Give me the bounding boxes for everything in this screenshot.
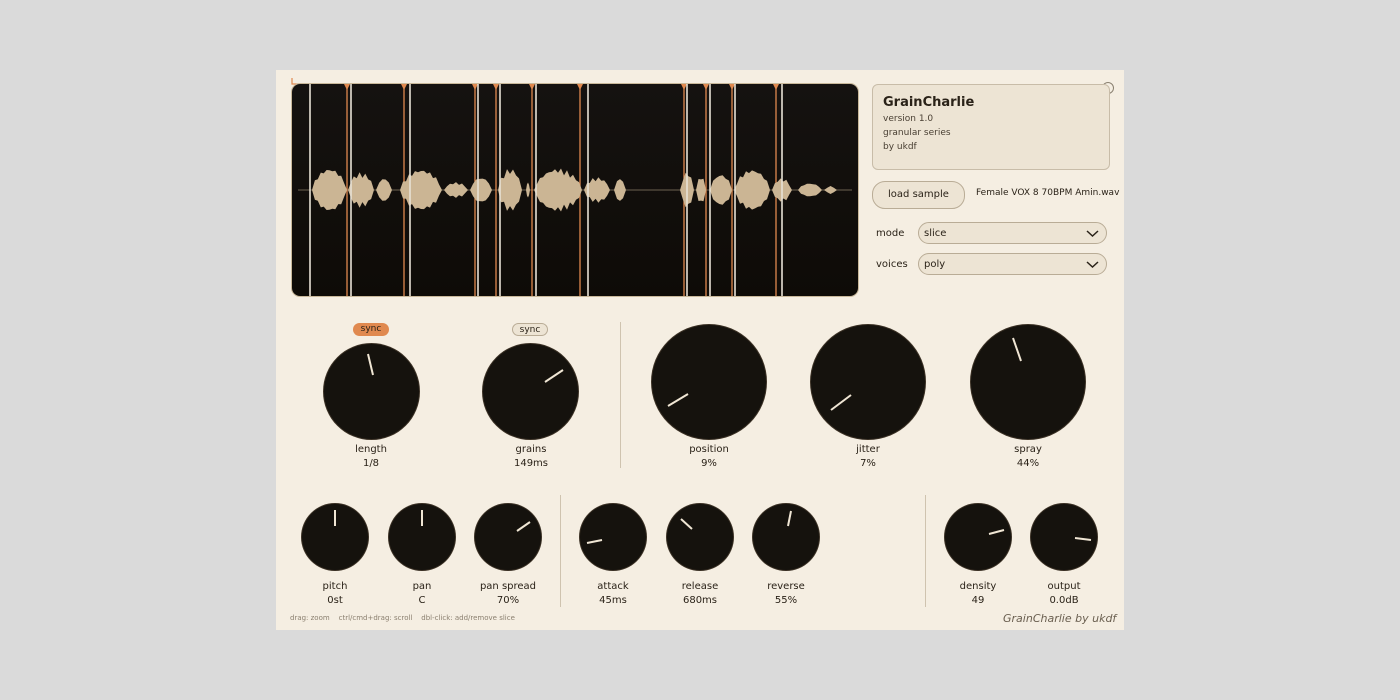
waveform-segment bbox=[444, 182, 468, 198]
section-divider bbox=[925, 495, 926, 607]
waveform-segment bbox=[312, 170, 347, 210]
release-label: release bbox=[681, 581, 719, 592]
pitch-label: pitch bbox=[322, 581, 348, 592]
spray-value: 44% bbox=[1016, 458, 1040, 469]
output-knob[interactable] bbox=[1031, 504, 1097, 570]
waveform-segment bbox=[400, 170, 442, 210]
waveform-segment bbox=[526, 182, 530, 198]
density-value: 49 bbox=[971, 595, 985, 606]
version-text: version 1.0 bbox=[883, 114, 934, 124]
jitter-value: 7% bbox=[860, 458, 876, 469]
output-value: 0.0dB bbox=[1049, 595, 1079, 606]
density-knob[interactable] bbox=[945, 504, 1011, 570]
waveform-segment bbox=[376, 179, 392, 201]
waveform-segment bbox=[614, 179, 626, 201]
mode-select[interactable]: slice bbox=[918, 222, 1107, 244]
author-text: by ukdf bbox=[883, 142, 917, 152]
slice-marker-handle[interactable] bbox=[577, 84, 583, 90]
hint-text: drag: zoom ctrl/cmd+drag: scroll dbl-cli… bbox=[290, 614, 515, 622]
waveform-segment bbox=[710, 175, 732, 205]
footer-credit: GrainCharlie by ukdf bbox=[1003, 612, 1117, 625]
release-knob[interactable] bbox=[667, 504, 733, 570]
mode-label: mode bbox=[876, 228, 905, 239]
grains-sync-toggle[interactable]: sync bbox=[512, 323, 548, 336]
waveform-segment bbox=[696, 178, 706, 202]
pitch-knob[interactable] bbox=[302, 504, 368, 570]
slice-marker-handle[interactable] bbox=[703, 84, 709, 90]
load-sample-button[interactable]: load sample bbox=[872, 181, 965, 209]
app-title: GrainCharlie bbox=[883, 95, 975, 110]
position-value: 9% bbox=[701, 458, 717, 469]
info-card: GrainCharlie version 1.0 granular series… bbox=[872, 84, 1110, 170]
position-knob[interactable] bbox=[652, 325, 766, 439]
waveform-segment bbox=[470, 178, 492, 202]
slice-marker-handle[interactable] bbox=[681, 84, 687, 90]
slice-marker-handle[interactable] bbox=[401, 84, 407, 90]
waveform-segment bbox=[348, 172, 374, 208]
section-divider bbox=[560, 495, 561, 607]
pan-spread-value: 70% bbox=[496, 595, 520, 606]
pan-spread-label: pan spread bbox=[479, 581, 537, 592]
pitch-value: 0st bbox=[327, 595, 343, 606]
spray-knob[interactable] bbox=[971, 325, 1085, 439]
waveform-display[interactable] bbox=[292, 84, 858, 296]
spray-label: spray bbox=[1014, 444, 1042, 455]
grains-knob[interactable] bbox=[483, 344, 578, 439]
pan-spread-knob[interactable] bbox=[475, 504, 541, 570]
jitter-knob[interactable] bbox=[811, 325, 925, 439]
sample-filename: Female VOX 8 70BPM Amin.wav bbox=[976, 188, 1120, 198]
plugin-window: GrainCharlie version 1.0 granular series… bbox=[276, 70, 1124, 630]
section-divider bbox=[620, 322, 621, 468]
release-value: 680ms bbox=[682, 595, 718, 606]
slice-marker-handle[interactable] bbox=[729, 84, 735, 90]
slice-marker-handle[interactable] bbox=[493, 84, 499, 90]
attack-label: attack bbox=[597, 581, 629, 592]
waveform-segment bbox=[824, 186, 837, 194]
position-label: position bbox=[689, 444, 729, 455]
voices-select[interactable]: poly bbox=[918, 253, 1107, 275]
slice-marker-handle[interactable] bbox=[529, 84, 535, 90]
reverse-label: reverse bbox=[767, 581, 805, 592]
chevron-down-icon bbox=[1086, 230, 1099, 238]
pan-value: C bbox=[418, 595, 426, 606]
pan-knob[interactable] bbox=[389, 504, 455, 570]
pan-label: pan bbox=[412, 581, 432, 592]
slice-marker-handle[interactable] bbox=[773, 84, 779, 90]
length-value: 1/8 bbox=[362, 458, 380, 469]
mode-value: slice bbox=[924, 228, 947, 239]
density-label: density bbox=[959, 581, 997, 592]
waveform-segment bbox=[798, 183, 822, 197]
attack-knob[interactable] bbox=[580, 504, 646, 570]
grains-value: 149ms bbox=[513, 458, 549, 469]
attack-value: 45ms bbox=[599, 595, 627, 606]
waveform-svg[interactable] bbox=[292, 84, 858, 296]
waveform-segment bbox=[498, 169, 522, 211]
slice-marker-handle[interactable] bbox=[472, 84, 478, 90]
grains-label: grains bbox=[515, 444, 547, 455]
jitter-label: jitter bbox=[856, 444, 880, 455]
waveform-segment bbox=[534, 168, 582, 212]
chevron-down-icon bbox=[1086, 261, 1099, 269]
voices-value: poly bbox=[924, 259, 946, 270]
reverse-value: 55% bbox=[774, 595, 798, 606]
length-knob[interactable] bbox=[324, 344, 419, 439]
length-sync-toggle[interactable]: sync bbox=[353, 323, 389, 336]
series-text: granular series bbox=[883, 128, 951, 138]
reverse-knob[interactable] bbox=[753, 504, 819, 570]
length-label: length bbox=[355, 444, 387, 455]
slice-marker-handle[interactable] bbox=[344, 84, 350, 90]
voices-label: voices bbox=[876, 259, 908, 270]
output-label: output bbox=[1047, 581, 1081, 592]
waveform-segment bbox=[734, 170, 770, 210]
